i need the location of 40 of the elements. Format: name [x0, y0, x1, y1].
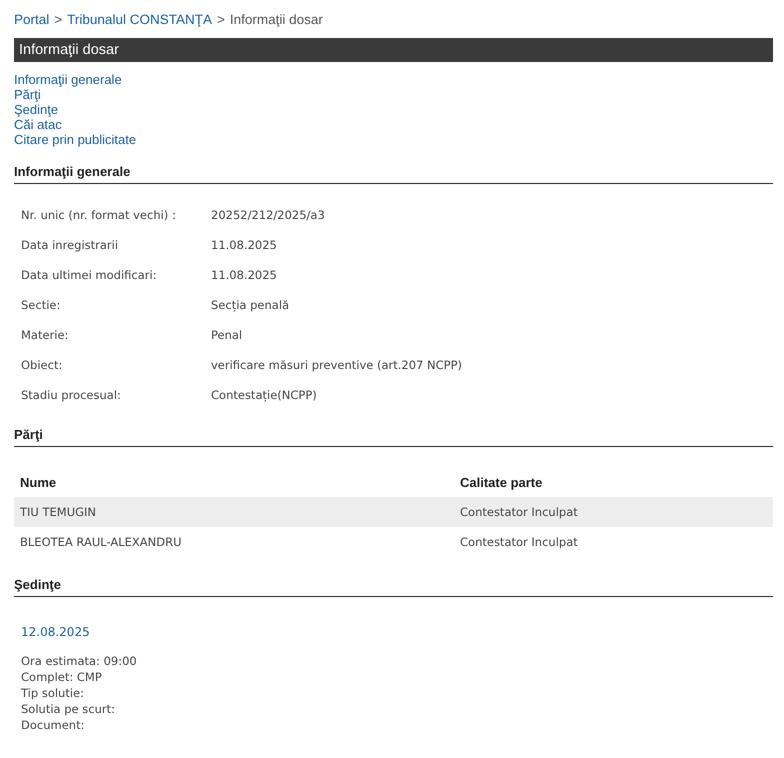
table-cell-text: BLEOTEA RAUL-ALEXANDRU: [20, 535, 182, 549]
field-label: Materie:: [21, 328, 70, 343]
table-cell-text: TIU TEMUGIN: [20, 505, 98, 519]
hearing-detail: Tip solutie:: [21, 685, 84, 701]
field-label: Data ultimei modificari:: [21, 268, 158, 283]
section-link[interactable]: Citare prin publicitate: [14, 132, 136, 147]
field-value: 20252/212/2025/a3: [211, 208, 326, 223]
section-link[interactable]: Părţi: [14, 87, 41, 102]
breadcrumb-link[interactable]: Tribunalul CONSTANŢA: [67, 12, 212, 28]
hearing-detail: Complet: CMP: [21, 669, 102, 685]
column-header: Calitate parte: [460, 474, 544, 490]
section-link[interactable]: Şedinţe: [14, 102, 58, 117]
field-value: Penal: [211, 328, 244, 343]
field-label: Sectie:: [21, 298, 62, 313]
field-label: Stadiu procesual:: [21, 388, 122, 403]
field-value: 11.08.2025: [211, 238, 278, 253]
breadcrumb-separator: >: [216, 12, 225, 28]
field-label: Data inregistrarii: [21, 238, 120, 253]
section-heading: Părţi: [14, 427, 773, 447]
page-title-bar: Informaţii dosar: [14, 38, 773, 62]
hearing-detail: Document:: [21, 717, 84, 733]
field-value: verificare măsuri preventive (art.207 NCPP): [211, 358, 462, 373]
table-cell-text: Contestator Inculpat: [460, 535, 579, 549]
hearing-date: 12.08.2025: [21, 625, 90, 639]
field-label: Nr. unic (nr. format vechi) :: [21, 208, 177, 223]
field-value: 11.08.2025: [211, 268, 278, 283]
column-header: Nume: [20, 474, 58, 490]
field-value: Secția penală: [211, 298, 290, 313]
section-heading: Şedinţe: [14, 577, 773, 597]
breadcrumb-link[interactable]: Portal: [14, 12, 50, 28]
hearing-detail: Solutia pe scurt:: [21, 701, 115, 717]
section-link[interactable]: Informaţii generale: [14, 72, 122, 87]
hearing-detail: Ora estimata: 09:00: [21, 653, 137, 669]
section-link[interactable]: Căi atac: [14, 117, 62, 132]
breadcrumb-separator: >: [54, 12, 62, 28]
breadcrumb-current: Informaţii dosar: [230, 12, 323, 28]
table-cell-text: Contestator Inculpat: [460, 505, 579, 519]
field-label: Obiect:: [21, 358, 64, 373]
section-heading: Informaţii generale: [14, 164, 773, 184]
field-value: Contestație(NCPP): [211, 388, 318, 403]
